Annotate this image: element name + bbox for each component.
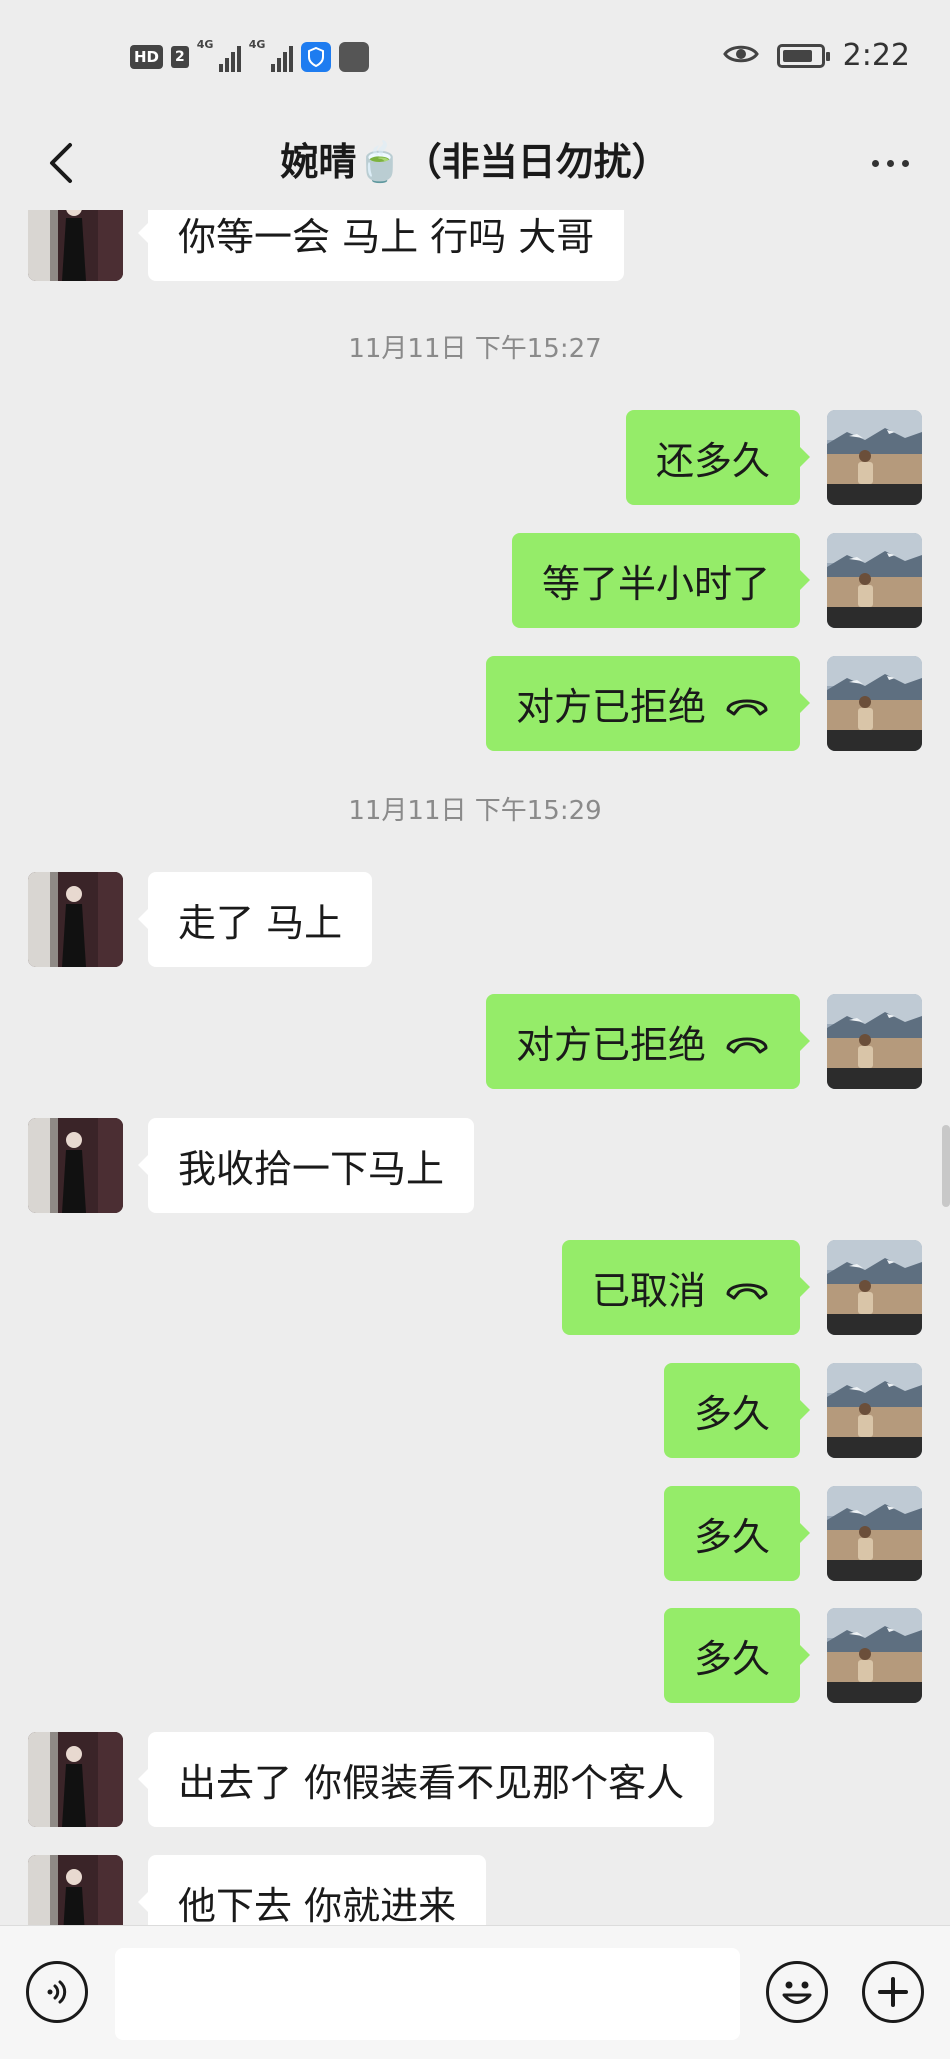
incoming-message[interactable]: 他下去 你就进来 bbox=[137, 1855, 487, 1925]
timestamp: 11月11日 下午15:27 bbox=[348, 334, 602, 364]
phone-hangup-icon bbox=[724, 1029, 770, 1055]
emoji-button[interactable] bbox=[766, 1961, 828, 2023]
call-record-bubble[interactable]: 对方已拒绝 bbox=[485, 656, 811, 751]
voice-button[interactable] bbox=[26, 1961, 88, 2023]
contact-avatar[interactable] bbox=[28, 1118, 123, 1213]
my-avatar[interactable] bbox=[827, 1486, 922, 1581]
voice-icon bbox=[47, 1980, 67, 2004]
message-text: 多久 bbox=[693, 1392, 770, 1436]
outgoing-message[interactable]: 还多久 bbox=[625, 410, 811, 505]
contact-avatar[interactable] bbox=[28, 210, 123, 281]
signal-icon: 4G bbox=[249, 38, 293, 72]
my-avatar[interactable] bbox=[827, 994, 922, 1089]
chat-title[interactable]: 婉晴🍵（非当日勿扰） bbox=[0, 131, 950, 186]
message-input[interactable] bbox=[115, 1948, 740, 2040]
my-avatar[interactable] bbox=[827, 656, 922, 751]
message-text: 对方已拒绝 bbox=[515, 685, 706, 729]
emoji-icon bbox=[782, 1981, 812, 2004]
outgoing-message[interactable]: 多久 bbox=[663, 1608, 811, 1703]
signal-label: 4G bbox=[248, 38, 266, 51]
outgoing-message[interactable]: 多久 bbox=[663, 1363, 811, 1458]
hd-badge: HD bbox=[130, 45, 164, 69]
timestamp: 11月11日 下午15:29 bbox=[348, 796, 602, 826]
message-text: 他下去 你就进来 bbox=[178, 1884, 457, 1925]
contact-avatar[interactable] bbox=[28, 1855, 123, 1925]
message-text: 还多久 bbox=[655, 439, 770, 483]
status-time: 2:22 bbox=[842, 38, 910, 73]
eye-icon bbox=[722, 42, 759, 70]
scrollbar[interactable] bbox=[942, 1125, 950, 1207]
input-bar bbox=[0, 1925, 950, 2059]
message-text: 对方已拒绝 bbox=[515, 1023, 706, 1067]
message-text: 多久 bbox=[693, 1637, 770, 1681]
message-text: 出去了 你假装看不见那个客人 bbox=[178, 1761, 685, 1805]
message-text: 等了半小时了 bbox=[541, 562, 770, 606]
incoming-message[interactable]: 我收拾一下马上 bbox=[137, 1118, 475, 1213]
my-avatar[interactable] bbox=[827, 533, 922, 628]
phone-hangup-icon bbox=[724, 1275, 770, 1301]
incoming-message[interactable]: 你等一会 马上 行吗 大哥 bbox=[137, 210, 625, 281]
plus-button[interactable] bbox=[862, 1961, 924, 2023]
phone-hangup-icon bbox=[724, 691, 770, 717]
call-record-bubble[interactable]: 对方已拒绝 bbox=[485, 994, 811, 1089]
message-text: 多久 bbox=[693, 1515, 770, 1559]
message-text: 走了 马上 bbox=[178, 901, 343, 945]
my-avatar[interactable] bbox=[827, 410, 922, 505]
more-options-button[interactable] bbox=[860, 135, 920, 191]
my-avatar[interactable] bbox=[827, 1240, 922, 1335]
outgoing-message[interactable]: 等了半小时了 bbox=[511, 533, 811, 628]
contact-avatar[interactable] bbox=[28, 872, 123, 967]
chat-message-list[interactable]: 你等一会 马上 行吗 大哥 11月11日 下午15:27 还多久 等了半小时了 对… bbox=[0, 210, 950, 1925]
message-text: 我收拾一下马上 bbox=[178, 1147, 445, 1191]
incoming-message[interactable]: 出去了 你假装看不见那个客人 bbox=[137, 1732, 715, 1827]
status-bar: HD 2 4G 4G 2:22 bbox=[0, 0, 950, 115]
more-dots-icon bbox=[871, 159, 879, 167]
incoming-message[interactable]: 走了 马上 bbox=[137, 872, 373, 967]
signal-icon: 4G bbox=[197, 38, 241, 72]
shield-icon bbox=[300, 42, 331, 72]
sim-badge: 2 bbox=[171, 46, 189, 68]
contact-avatar[interactable] bbox=[28, 1732, 123, 1827]
status-right-icons: 2:22 bbox=[722, 38, 910, 73]
my-avatar[interactable] bbox=[827, 1363, 922, 1458]
call-record-bubble[interactable]: 已取消 bbox=[561, 1240, 811, 1335]
outgoing-message[interactable]: 多久 bbox=[663, 1486, 811, 1581]
message-text: 你等一会 马上 行吗 大哥 bbox=[178, 215, 595, 259]
status-left-icons: HD 2 4G 4G bbox=[130, 38, 369, 72]
nav-bar: 婉晴🍵（非当日勿扰） bbox=[0, 115, 950, 210]
huawei-icon bbox=[338, 42, 369, 72]
message-text: 已取消 bbox=[591, 1269, 706, 1313]
my-avatar[interactable] bbox=[827, 1608, 922, 1703]
signal-label: 4G bbox=[196, 38, 214, 51]
battery-icon bbox=[776, 43, 830, 68]
